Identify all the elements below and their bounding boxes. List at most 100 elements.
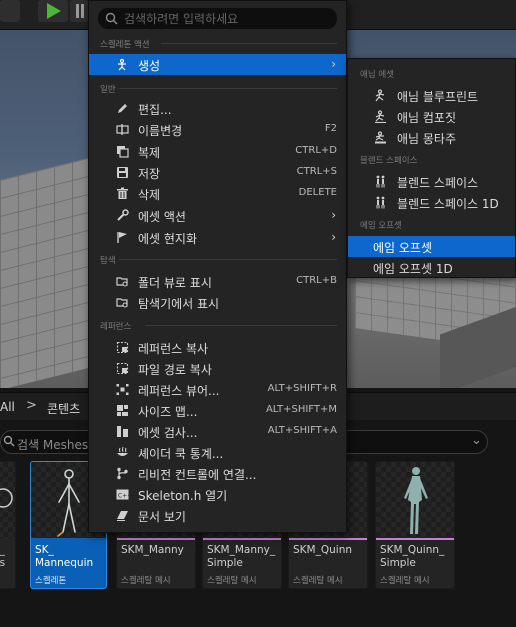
menu-item-label: 애님 컴포짓: [397, 111, 457, 125]
section-skeleton-actions: 스켈레톤 액션: [100, 40, 150, 50]
menu-item-audit-asset[interactable]: 에셋 검사... ALT+SHIFT+A: [89, 421, 346, 442]
menu-item-anim-composite[interactable]: 애님 컴포짓: [348, 106, 515, 127]
cpp-file-icon: C++: [116, 489, 129, 500]
chevron-right-icon: ›: [331, 208, 336, 222]
documentation-icon: [117, 511, 128, 521]
menu-item-label: 삭제: [138, 188, 161, 202]
menu-item-label: 생성: [138, 59, 161, 73]
menu-item-label: 저장: [138, 167, 161, 181]
shader-stats-icon: [117, 446, 128, 456]
asset-type-stripe: [376, 538, 454, 540]
asset-name: SKM_Manny_ Simple: [207, 544, 276, 569]
menu-item-copy-file-path[interactable]: 파일 경로 복사: [89, 358, 346, 379]
shortcut-label: ALT+SHIFT+R: [267, 383, 337, 394]
asset-thumbnail: [0, 462, 15, 538]
menu-item-label: 에임 오프셋 1D: [373, 262, 453, 276]
menu-item-copy-reference[interactable]: 레퍼런스 복사: [89, 337, 346, 358]
menu-item-edit[interactable]: 편집...: [89, 98, 346, 119]
shortcut-label: CTRL+D: [295, 145, 337, 156]
menu-item-label: 에셋 검사...: [138, 426, 198, 440]
menu-item-view-documentation[interactable]: 문서 보기: [89, 505, 346, 526]
search-icon: [3, 435, 15, 447]
menu-item-show-in-folder-view[interactable]: 폴더 뷰로 표시 CTRL+B: [89, 271, 346, 292]
reference-graph-icon: [116, 384, 129, 395]
folder-search-icon: [116, 277, 128, 287]
blend-space-1d-icon: [376, 196, 385, 209]
menu-item-aim-offset[interactable]: 에임 오프셋: [348, 236, 515, 257]
asset-type-stripe: [117, 538, 195, 540]
asset-type-stripe: [289, 538, 367, 540]
revision-control-icon: [117, 467, 128, 480]
asset-thumbnail: [376, 462, 454, 538]
audit-icon: [117, 426, 128, 437]
menu-search-box[interactable]: [98, 8, 337, 29]
play-button[interactable]: [38, 0, 68, 22]
section-explore: 탐색: [100, 256, 116, 266]
toolbar-button[interactable]: [0, 0, 20, 22]
menu-item-label: 블렌드 스페이스 1D: [397, 197, 499, 211]
menu-item-blend-space-1d[interactable]: 블렌드 스페이스 1D: [348, 192, 515, 213]
asset-type: 스켈레탈 메시: [380, 576, 430, 586]
rename-icon: [116, 124, 129, 135]
pause-icon: [76, 4, 84, 18]
section-blend-space: 블렌드 스페이스: [360, 156, 418, 166]
chevron-down-icon[interactable]: ⌄: [471, 433, 482, 448]
menu-item-show-in-explorer[interactable]: 탐색기에서 표시: [89, 292, 346, 313]
menu-item-label: 사이즈 맵...: [138, 405, 198, 419]
svg-text:C++: C++: [118, 493, 129, 500]
menu-item-blend-space[interactable]: 블렌드 스페이스: [348, 171, 515, 192]
asset-type: 스켈레탈 메시: [121, 576, 171, 586]
section-anim-asset: 애님 에셋: [360, 70, 394, 80]
menu-item-save[interactable]: 저장 CTRL+S: [89, 162, 346, 183]
menu-item-asset-actions[interactable]: 에셋 액션 ›: [89, 205, 346, 226]
menu-item-label: 리비전 컨트롤에 연결...: [138, 468, 257, 482]
menu-item-anim-blueprint[interactable]: 애님 블루프린트: [348, 85, 515, 106]
menu-item-duplicate[interactable]: 복제 CTRL+D: [89, 141, 346, 162]
path-content[interactable]: 콘텐츠: [47, 400, 80, 417]
menu-item-anim-montage[interactable]: 애님 몽타주: [348, 127, 515, 148]
menu-item-label: 애님 블루프린트: [397, 90, 479, 104]
copy-path-icon: [116, 362, 129, 375]
shortcut-label: CTRL+B: [296, 275, 337, 286]
menu-item-shader-cook-stats[interactable]: 셰이더 쿡 통계...: [89, 442, 346, 463]
anim-blueprint-icon: [375, 89, 385, 102]
asset-type-stripe: [203, 538, 281, 540]
menu-item-size-map[interactable]: 사이즈 맵... ALT+SHIFT+M: [89, 400, 346, 421]
asset-tile-skm-quinn-simple[interactable]: SKM_Quinn_ Simple 스켈레탈 메시: [375, 461, 455, 589]
pause-button[interactable]: [70, 0, 88, 22]
asset-tile[interactable]: n_gs: [0, 461, 16, 589]
menu-item-label: 셰이더 쿡 통계...: [138, 447, 224, 461]
search-icon: [105, 12, 118, 25]
shortcut-label: DELETE: [298, 187, 337, 198]
menu-item-reference-viewer[interactable]: 레퍼런스 뷰어... ALT+SHIFT+R: [89, 379, 346, 400]
wrench-icon: [117, 209, 129, 221]
asset-name: SKM_Quinn_ Simple: [380, 544, 445, 569]
menu-item-label: 에셋 현지화: [138, 232, 198, 246]
path-separator[interactable]: >: [26, 398, 37, 413]
section-references: 레퍼런스: [100, 322, 132, 332]
menu-item-open-skeleton-h[interactable]: C++ Skeleton.h 열기: [89, 484, 346, 505]
path-all[interactable]: All: [0, 400, 15, 414]
divider: [119, 259, 337, 260]
menu-item-label: 레퍼런스 뷰어...: [138, 384, 220, 398]
trash-icon: [117, 187, 128, 199]
asset-name: SK_ Mannequin: [35, 544, 94, 569]
menu-item-aim-offset-1d[interactable]: 에임 오프셋 1D: [348, 257, 515, 278]
menu-item-create[interactable]: 생성 ›: [89, 54, 346, 75]
menu-item-label: 에셋 액션: [138, 210, 186, 224]
menu-item-asset-localization[interactable]: 에셋 현지화 ›: [89, 227, 346, 248]
copy-reference-icon: [116, 341, 129, 354]
asset-type: 스켈레탈 메시: [207, 576, 257, 586]
size-map-icon: [117, 405, 128, 416]
pencil-icon: [118, 104, 127, 113]
flag-icon: [117, 232, 127, 243]
menu-item-delete[interactable]: 삭제 DELETE: [89, 183, 346, 204]
menu-item-label: 폴더 뷰로 표시: [138, 276, 212, 290]
menu-item-connect-revision-control[interactable]: 리비전 컨트롤에 연결...: [89, 463, 346, 484]
folder-search-icon: [116, 298, 128, 308]
menu-item-rename[interactable]: 이름변경 F2: [89, 119, 346, 140]
anim-composite-icon: [375, 110, 386, 123]
divider: [119, 88, 337, 89]
menu-search-input[interactable]: [124, 9, 329, 28]
menu-item-label: 이름변경: [138, 124, 183, 138]
